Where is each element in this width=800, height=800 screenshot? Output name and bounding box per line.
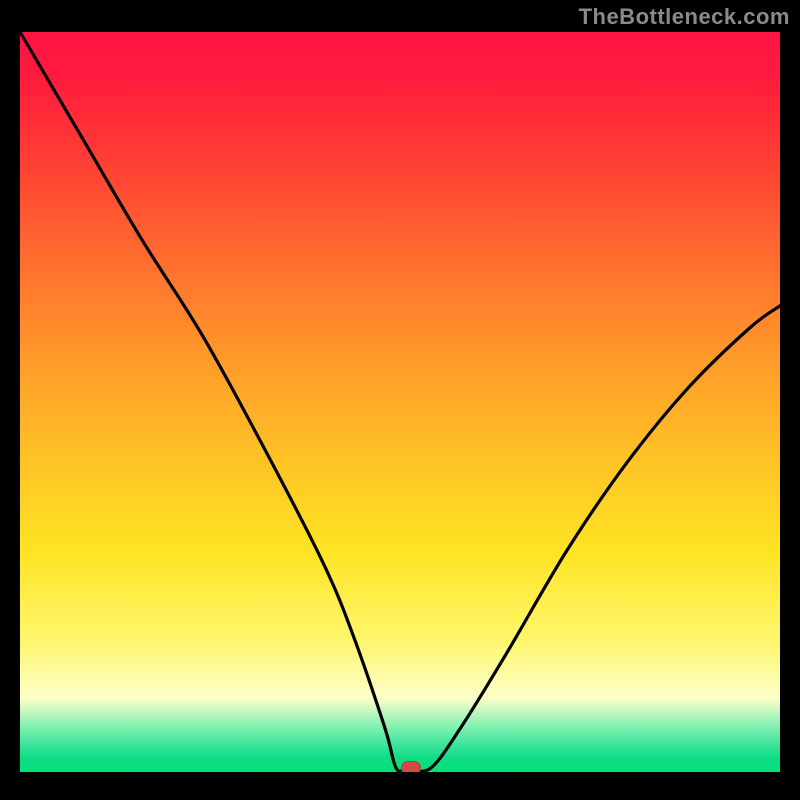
optimal-point-marker [401, 761, 421, 772]
curve-path [20, 32, 780, 771]
bottleneck-curve [20, 32, 780, 772]
plot-area [20, 32, 780, 772]
attribution-label: TheBottleneck.com [579, 4, 790, 30]
chart-frame: TheBottleneck.com [0, 0, 800, 800]
